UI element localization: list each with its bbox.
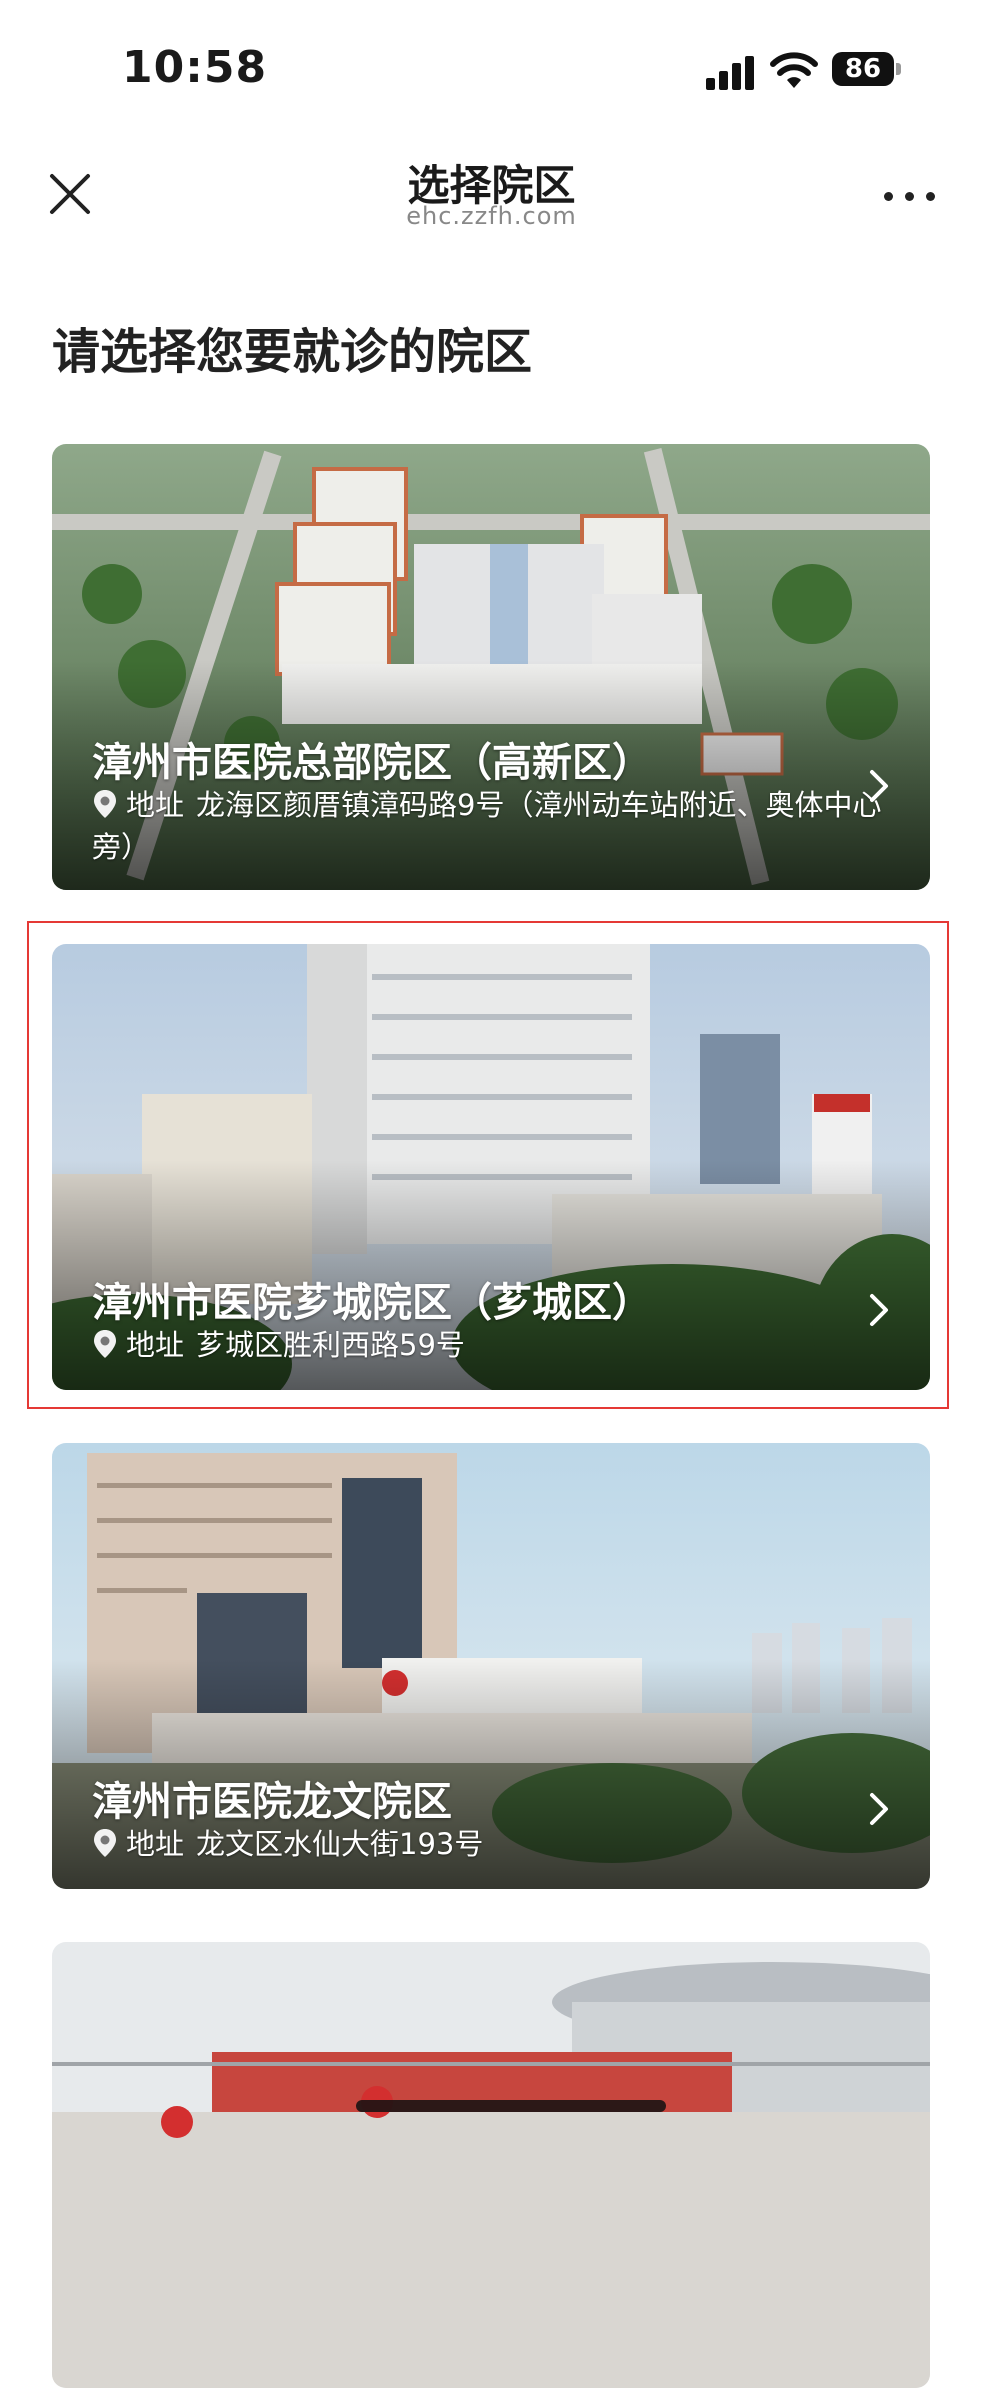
address-label: 地址 (126, 1827, 185, 1861)
campus-address: 地址 芗城区胜利西路59号 (92, 1324, 882, 1366)
campus-address: 地址 龙海区颜厝镇漳码路9号（漳州动车站附近、奥体中心旁） (92, 784, 882, 868)
chevron-right-icon (870, 770, 888, 802)
campus-name: 漳州市医院总部院区（高新区） (92, 740, 652, 786)
campus-card-longwen[interactable]: 漳州市医院龙文院区 地址 龙文区水仙大街193号 (52, 1443, 930, 1889)
address-text: 芗城区胜利西路59号 (196, 1328, 465, 1362)
section-heading: 请选择您要就诊的院区 (52, 324, 533, 380)
campus-card-headquarters[interactable]: 漳州市医院总部院区（高新区） 地址 龙海区颜厝镇漳码路9号（漳州动车站附近、奥体中… (52, 444, 930, 890)
campus-card-xiangcheng[interactable]: 漳州市医院芗城院区（芗城区） 地址 芗城区胜利西路59号 (52, 944, 930, 1390)
page-domain: ehc.zzfh.com (406, 202, 577, 230)
campus-name: 漳州市医院龙文院区 (92, 1779, 452, 1825)
address-label: 地址 (126, 1328, 185, 1362)
chevron-right-icon (870, 1294, 888, 1326)
battery-tip (896, 63, 901, 75)
campus-name: 漳州市医院芗城院区（芗城区） (92, 1280, 652, 1326)
campus-address: 地址 龙文区水仙大街193号 (92, 1823, 882, 1865)
cellular-signal-icon (706, 54, 756, 90)
location-pin-icon (94, 790, 116, 818)
address-text: 龙文区水仙大街193号 (196, 1827, 484, 1861)
navigation-bar: 选择院区 ehc.zzfh.com (0, 140, 983, 270)
status-bar: 10:58 86 (0, 0, 983, 140)
address-text: 龙海区颜厝镇漳码路9号（漳州动车站附近、奥体中心旁） (92, 788, 882, 864)
status-time: 10:58 (122, 42, 268, 93)
wifi-icon (770, 52, 818, 88)
campus-photo (52, 1942, 930, 2388)
location-pin-icon (94, 1330, 116, 1358)
more-icon[interactable] (884, 180, 944, 210)
address-label: 地址 (126, 788, 185, 822)
campus-card-chaoyang[interactable] (52, 1942, 930, 2388)
chevron-right-icon (870, 1793, 888, 1825)
home-indicator (356, 2100, 666, 2112)
battery-icon: 86 (832, 52, 894, 86)
location-pin-icon (94, 1829, 116, 1857)
